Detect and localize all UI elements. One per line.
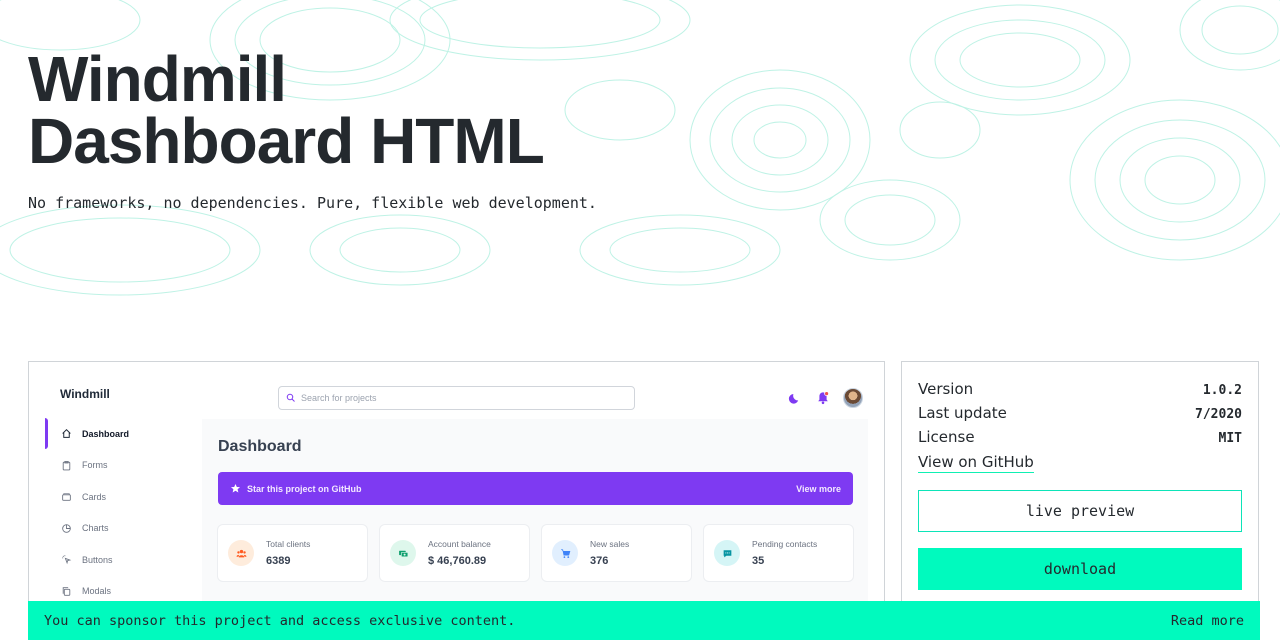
view-on-github-link[interactable]: View on GitHub — [918, 453, 1034, 473]
project-info-panel: Version 1.0.2 Last update 7/2020 License… — [901, 361, 1259, 640]
duplicate-icon — [62, 586, 71, 596]
preview-brand: Windmill — [60, 387, 110, 401]
preview-nav-label: Buttons — [82, 554, 113, 565]
cart-icon — [560, 548, 570, 558]
home-icon — [62, 429, 71, 439]
version-value: 1.0.2 — [1202, 383, 1242, 398]
preview-heading: Dashboard — [218, 438, 302, 455]
stat-value: 376 — [590, 555, 609, 567]
hero-title-line1: Windmill — [28, 43, 287, 115]
sponsor-bar: You can sponsor this project and access … — [28, 601, 1260, 640]
avatar — [843, 388, 863, 408]
stat-card: Pending contacts 35 — [704, 525, 853, 581]
stat-label: Pending contacts — [752, 539, 818, 549]
stat-icon-wrap — [552, 540, 578, 566]
hero-section: Windmill Dashboard HTML No frameworks, n… — [0, 0, 1280, 296]
stat-card: Total clients 6389 — [218, 525, 367, 581]
preview-github-banner: Star this project on GitHub View more — [218, 472, 853, 505]
preview-nav-cards: Cards — [45, 481, 215, 513]
dashboard-preview[interactable]: Windmill Search for projects Dashboard F… — [28, 361, 885, 640]
last-update-label: Last update — [918, 404, 1007, 422]
last-update-row: Last update 7/2020 — [918, 404, 1242, 422]
read-more-link[interactable]: Read more — [1171, 613, 1244, 629]
chat-icon — [723, 549, 731, 557]
version-label: Version — [918, 380, 974, 398]
preview-banner-link: View more — [796, 483, 841, 494]
search-icon — [286, 393, 295, 402]
preview-search-input: Search for projects — [278, 386, 635, 410]
preview-stats: Total clients 6389 Account balance $ 46,… — [218, 525, 866, 581]
hero-subtitle: No frameworks, no dependencies. Pure, fl… — [28, 194, 597, 212]
download-button[interactable]: download — [918, 548, 1242, 590]
last-update-value: 7/2020 — [1195, 407, 1242, 422]
sponsor-text: You can sponsor this project and access … — [44, 612, 516, 629]
pie-chart-icon — [62, 523, 71, 533]
preview-banner-text: Star this project on GitHub — [247, 483, 362, 494]
preview-nav-label: Charts — [82, 523, 109, 534]
stat-icon-wrap — [228, 540, 254, 566]
preview-nav-label: Dashboard — [82, 428, 130, 439]
clipboard-icon — [62, 460, 71, 471]
preview-nav-label: Modals — [82, 586, 112, 597]
moon-icon — [788, 394, 799, 404]
stat-value: $ 46,760.89 — [428, 555, 487, 567]
hero-title: Windmill Dashboard HTML — [28, 43, 545, 177]
star-icon — [230, 483, 241, 493]
preview-nav-charts: Charts — [45, 513, 215, 545]
stat-label: Account balance — [428, 539, 491, 549]
users-icon — [236, 549, 246, 557]
stat-label: Total clients — [266, 539, 311, 549]
stat-card: New sales 376 — [542, 525, 691, 581]
license-row: License MIT — [918, 428, 1242, 446]
preview-nav-label: Cards — [82, 491, 107, 502]
stat-value: 35 — [752, 555, 765, 567]
bell-icon — [818, 391, 829, 405]
stat-value: 6389 — [266, 555, 291, 567]
cursor-click-icon — [62, 555, 72, 565]
license-value: MIT — [1218, 431, 1242, 446]
stat-card: Account balance $ 46,760.89 — [380, 525, 529, 581]
stat-icon-wrap — [390, 540, 416, 566]
preview-nav-dashboard: Dashboard — [45, 418, 215, 450]
stat-label: New sales — [590, 539, 630, 549]
preview-search-placeholder: Search for projects — [301, 393, 377, 403]
preview-nav-forms: Forms — [45, 450, 215, 482]
license-label: License — [918, 428, 975, 446]
cards-icon — [62, 493, 71, 502]
live-preview-button[interactable]: live preview — [918, 490, 1242, 532]
cash-icon — [398, 550, 408, 557]
stat-icon-wrap — [714, 540, 740, 566]
hero-title-line2: Dashboard HTML — [28, 105, 545, 177]
version-row: Version 1.0.2 — [918, 380, 1242, 398]
preview-sidebar: Dashboard Forms Cards Charts Buttons Mod… — [45, 418, 215, 607]
preview-nav-label: Forms — [82, 460, 108, 471]
preview-top-icons — [787, 388, 863, 408]
preview-nav-buttons: Buttons — [45, 544, 215, 576]
